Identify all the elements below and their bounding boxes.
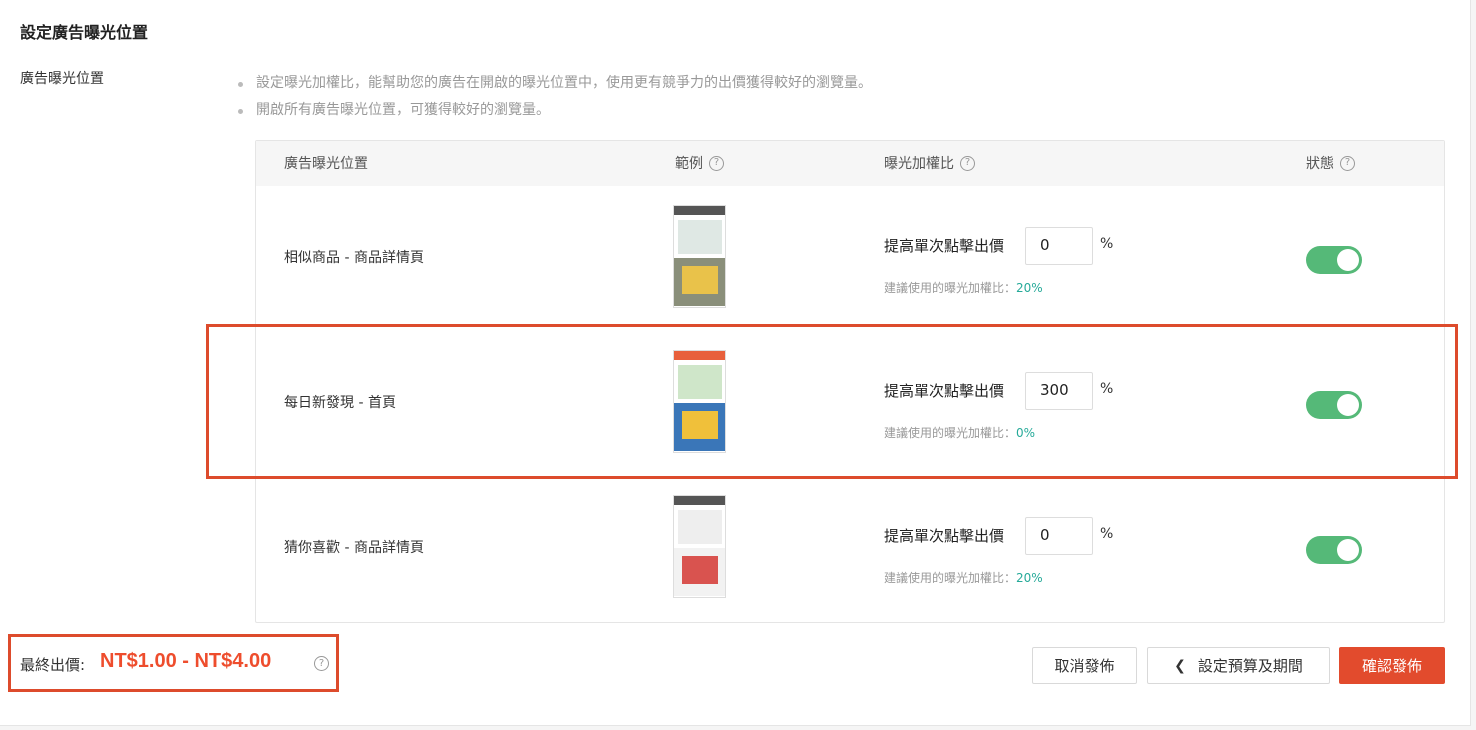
bid-label: 提高單次點擊出價 xyxy=(884,527,1005,545)
notes-list: 設定曝光加權比，能幫助您的廣告在開啟的曝光位置中，使用更有競爭力的出價獲得較好的… xyxy=(236,70,872,124)
percent-unit: % xyxy=(1100,236,1114,252)
help-icon[interactable]: ? xyxy=(1340,155,1355,171)
placement-table: 廣告曝光位置 範例 ? 曝光加權比 ? 狀態 ? 相似商品 - 商品詳情頁 提高… xyxy=(255,140,1445,623)
note-item: 設定曝光加權比，能幫助您的廣告在開啟的曝光位置中，使用更有競爭力的出價獲得較好的… xyxy=(236,70,872,97)
status-toggle[interactable] xyxy=(1306,391,1362,419)
status-toggle[interactable] xyxy=(1306,246,1362,274)
example-thumbnail[interactable] xyxy=(673,495,726,598)
placement-name: 猜你喜歡 - 商品詳情頁 xyxy=(284,540,424,556)
percent-unit: % xyxy=(1100,381,1114,397)
example-thumbnail[interactable] xyxy=(673,205,726,308)
field-label: 廣告曝光位置 xyxy=(20,71,104,87)
suggestion-value: 20% xyxy=(1016,281,1043,295)
percent-unit: % xyxy=(1100,526,1114,542)
suggestion-text: 建議使用的曝光加權比：0% xyxy=(884,426,1036,440)
bid-weight-input[interactable]: 0 xyxy=(1025,517,1093,555)
final-price-value: NT$1.00 - NT$4.00 xyxy=(100,650,272,672)
bid-weight-input[interactable]: 300 xyxy=(1025,372,1093,410)
header-weight: 曝光加權比 ? xyxy=(884,153,975,173)
header-status: 狀態 ? xyxy=(1306,153,1355,173)
suggestion-text: 建議使用的曝光加權比：20% xyxy=(884,571,1043,585)
help-icon[interactable]: ? xyxy=(314,656,329,671)
bid-label: 提高單次點擊出價 xyxy=(884,382,1005,400)
header-placement: 廣告曝光位置 xyxy=(284,156,368,172)
placement-name: 每日新發現 - 首頁 xyxy=(284,395,396,411)
header-example: 範例 ? xyxy=(675,153,724,173)
bid-weight-input[interactable]: 0 xyxy=(1025,227,1093,265)
table-row: 每日新發現 - 首頁 提高單次點擊出價 300 % 建議使用的曝光加權比：0% xyxy=(256,331,1444,476)
note-item: 開啟所有廣告曝光位置，可獲得較好的瀏覽量。 xyxy=(236,97,872,124)
help-icon[interactable]: ? xyxy=(960,155,975,171)
final-price-label: 最終出價: xyxy=(20,656,86,674)
toggle-knob xyxy=(1337,539,1359,561)
back-button-label: 設定預算及期間 xyxy=(1197,657,1303,675)
ad-placement-card: 設定廣告曝光位置 廣告曝光位置 設定曝光加權比，能幫助您的廣告在開啟的曝光位置中… xyxy=(0,0,1471,726)
status-toggle[interactable] xyxy=(1306,536,1362,564)
chevron-left-icon: ❮ xyxy=(1174,657,1186,674)
toggle-knob xyxy=(1337,249,1359,271)
cancel-publish-button[interactable]: 取消發佈 xyxy=(1032,647,1137,684)
suggestion-value: 20% xyxy=(1016,571,1043,585)
example-thumbnail[interactable] xyxy=(673,350,726,453)
suggestion-text: 建議使用的曝光加權比：20% xyxy=(884,281,1043,295)
bid-label: 提高單次點擊出價 xyxy=(884,237,1005,255)
help-icon[interactable]: ? xyxy=(709,155,724,171)
confirm-publish-button[interactable]: 確認發佈 xyxy=(1339,647,1445,684)
section-title: 設定廣告曝光位置 xyxy=(20,23,149,42)
placement-name: 相似商品 - 商品詳情頁 xyxy=(284,250,424,266)
table-row: 相似商品 - 商品詳情頁 提高單次點擊出價 0 % 建議使用的曝光加權比：20% xyxy=(256,186,1444,331)
back-to-budget-button[interactable]: ❮ 設定預算及期間 xyxy=(1147,647,1330,684)
table-header: 廣告曝光位置 範例 ? 曝光加權比 ? 狀態 ? xyxy=(256,141,1444,186)
table-row: 猜你喜歡 - 商品詳情頁 提高單次點擊出價 0 % 建議使用的曝光加權比：20% xyxy=(256,476,1444,621)
suggestion-value: 0% xyxy=(1016,426,1036,440)
toggle-knob xyxy=(1337,394,1359,416)
